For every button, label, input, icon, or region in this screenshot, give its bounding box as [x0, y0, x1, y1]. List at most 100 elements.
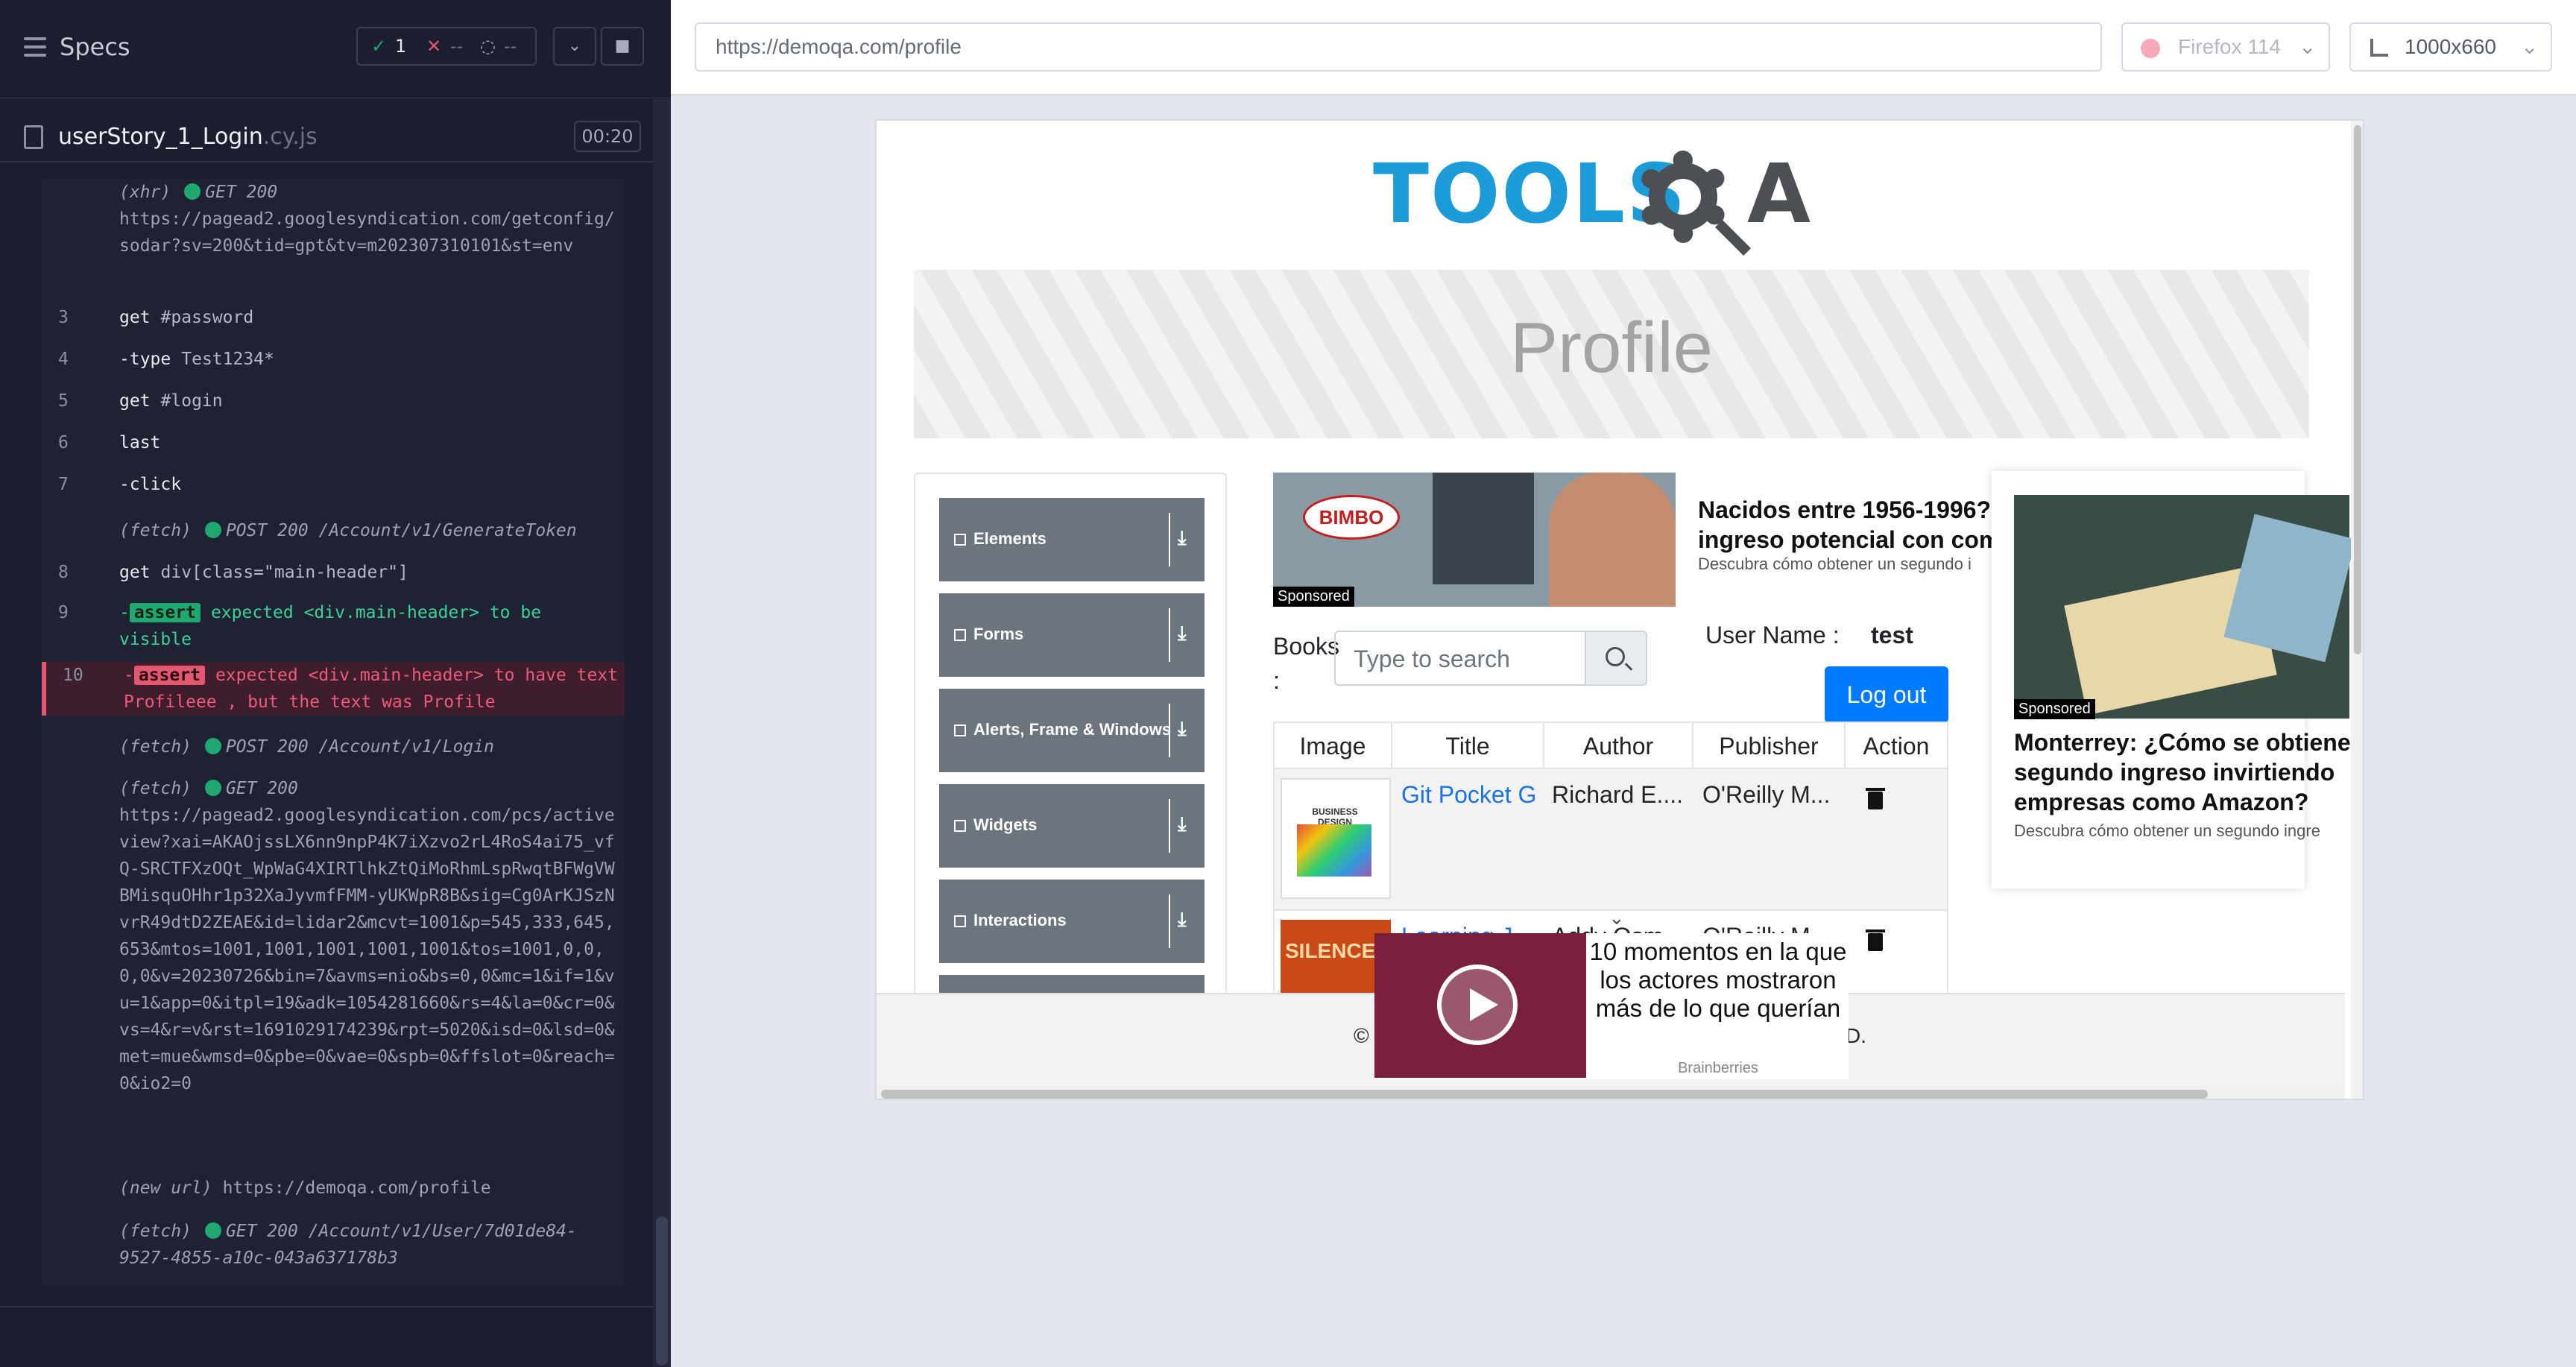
sponsored-label: Sponsored [2014, 699, 2095, 719]
video-ad-source: Brainberries [1678, 1060, 1758, 1076]
book-publisher: O'Reilly M... [1702, 781, 1831, 808]
log-request: POST 200 /Account/v1/GenerateToken [225, 521, 577, 540]
chevron-down-icon: ⌄ [2521, 35, 2539, 58]
search-input[interactable]: Type to search [1354, 645, 1510, 673]
log-entry[interactable]: 10- assert expected <div.main-header> to h… [42, 662, 625, 716]
horizontal-scrollbar[interactable] [877, 1087, 2345, 1099]
log-line-number: 6 [58, 433, 69, 452]
runner-scrollbar[interactable] [653, 97, 671, 1367]
log-event-type: (xhr) [119, 183, 171, 202]
spec-duration: 00:20 [574, 121, 641, 152]
menu-group-widgets[interactable]: Widgets ⤓ [939, 784, 1205, 868]
runner-scroll-thumb[interactable] [656, 1216, 668, 1366]
grid-icon [954, 820, 966, 832]
log-line-number: 4 [58, 350, 69, 369]
log-entry[interactable]: (new url) https://demoqa.com/profile [42, 1175, 625, 1202]
log-line-number: 10 [63, 666, 83, 685]
assert-badge: assert [133, 666, 205, 685]
log-entry[interactable]: 4 -type Test1234* [42, 346, 625, 373]
download-arrow-icon: ⤓ [1178, 908, 1187, 930]
log-event-type: (fetch) [119, 737, 192, 757]
collapse-chevron-button[interactable]: ⌄ [553, 27, 596, 66]
col-image: Image [1275, 723, 1392, 769]
list-icon [954, 534, 966, 546]
download-arrow-icon: ⤓ [1178, 526, 1187, 549]
menu-group-elements[interactable]: Elements ⤓ [939, 498, 1205, 581]
log-url: https://demoqa.com/profile [222, 1178, 491, 1198]
spec-file-row[interactable]: userStory_1_Login.cy.js 00:20 [0, 112, 653, 162]
books-label: Books : [1273, 633, 1339, 694]
viewport-icon [2370, 39, 2388, 57]
bimbo-logo: BIMBO [1303, 495, 1400, 540]
log-entry[interactable]: (fetch) POST 200 /Account/v1/GenerateToke… [42, 517, 625, 544]
col-publisher: Publisher [1693, 723, 1846, 769]
viewport-size[interactable]: 1000x660 ⌄ [2349, 22, 2552, 72]
passed-check-icon: ✓ [371, 36, 387, 57]
ad-bimbo-image[interactable]: BIMBO Sponsored [1273, 473, 1676, 607]
logout-button[interactable]: Log out [1825, 666, 1948, 723]
assert-badge: assert [129, 603, 201, 622]
status-dot-icon [204, 738, 221, 754]
menu-group-alerts[interactable]: Alerts, Frame & Windows ⤓ [939, 689, 1205, 772]
username-label: User Name : [1705, 622, 1840, 648]
log-command: get [119, 308, 151, 327]
download-arrow-icon: ⤓ [1178, 622, 1187, 644]
stop-button[interactable]: ■ [601, 27, 644, 66]
specs-title[interactable]: Specs [60, 33, 130, 61]
vertical-scrollbar[interactable] [2351, 121, 2363, 1099]
log-entry[interactable]: 3 get #password [42, 304, 625, 331]
ad-image [2014, 495, 2356, 719]
runner-header: Specs ✓ 1 ✕ -- ◌ -- ⌄ ■ [0, 0, 671, 98]
search-icon [1606, 647, 1625, 666]
play-icon[interactable] [1437, 965, 1518, 1045]
log-entry[interactable]: 9- assert expected <div.main-header> to be… [42, 599, 625, 653]
log-request: GET 200 [225, 779, 298, 798]
log-entry[interactable]: (xhr) GET 200 https://pagead2.googlesyndic… [42, 179, 625, 283]
search-box[interactable]: Type to search [1334, 631, 1647, 686]
book-title-link[interactable]: Git Pocket G [1401, 781, 1541, 809]
ad-monterrey[interactable]: Sponsored Monterrey: ¿Cómo se obtiene seg… [1992, 471, 2356, 888]
form-icon [954, 629, 966, 641]
browser-name: Firefox 114 [2178, 35, 2281, 58]
book-cover-image: BUSINESS DESIGN [1281, 778, 1391, 899]
log-url: https://pagead2.googlesyndication.com/ge… [119, 209, 615, 256]
log-entry[interactable]: (fetch) GET 200 https://pagead2.googlesynd… [42, 775, 625, 1160]
search-button[interactable] [1585, 632, 1646, 684]
log-entry[interactable]: 5 get #login [42, 388, 625, 414]
log-entry[interactable]: (fetch) POST 200 /Account/v1/Login [42, 733, 625, 760]
log-entry[interactable]: 7 -click [42, 471, 625, 498]
ad-subtext: Descubra cómo obtener un segundo ingre [2014, 821, 2320, 840]
video-thumbnail[interactable] [1374, 933, 1586, 1078]
command-log: (xhr) GET 200 https://pagead2.googlesyndic… [42, 179, 625, 1287]
log-command: get [119, 563, 151, 582]
trash-icon[interactable] [1866, 929, 1885, 951]
url-bar[interactable]: https://demoqa.com/profile [695, 22, 2102, 72]
window-icon [954, 724, 966, 736]
ad-headline: Monterrey: ¿Cómo se obtiene segundo ingre… [2014, 729, 2351, 815]
video-ad[interactable]: 10 momentos en la que los actores mostra… [1374, 933, 1849, 1079]
menu-group-interactions[interactable]: Interactions ⤓ [939, 880, 1205, 963]
page-title: Profile [1509, 308, 1714, 388]
log-entry[interactable]: (fetch) GET 200 /Account/v1/User/7d01de84… [42, 1218, 625, 1272]
menu-group-forms[interactable]: Forms ⤓ [939, 593, 1205, 677]
log-entry[interactable]: 8 get div[class="main-header"] [42, 559, 625, 586]
ad-collapse-chevron-icon[interactable]: ⌄ [1609, 906, 1625, 929]
aut-header: https://demoqa.com/profile Firefox 114 ⌄… [671, 0, 2576, 95]
log-line-number: 8 [58, 563, 69, 582]
spec-file-name: userStory_1_Login.cy.js [58, 124, 318, 150]
trash-icon[interactable] [1866, 788, 1885, 809]
log-command: get [119, 391, 151, 411]
ad-bimbo-text[interactable]: Nacidos entre 1956-1996? ingreso potenci… [1698, 495, 1996, 584]
failed-x-icon: ✕ [426, 36, 442, 57]
failed-count: -- [450, 36, 464, 57]
username-value: test [1871, 622, 1913, 648]
log-event-type: (fetch) [119, 521, 192, 540]
browser-selector[interactable]: Firefox 114 ⌄ [2121, 22, 2330, 72]
log-command: last [119, 433, 161, 452]
log-line-number: 7 [58, 475, 69, 494]
app-under-test-frame: TOOLS A Profile Elements ⤓ Forms ⤓ Alerts,… [875, 119, 2364, 1100]
log-entry[interactable]: 6 last [42, 429, 625, 456]
specs-menu-icon[interactable] [24, 37, 46, 58]
log-request: GET 200 [205, 183, 278, 202]
download-arrow-icon: ⤓ [1178, 812, 1187, 835]
